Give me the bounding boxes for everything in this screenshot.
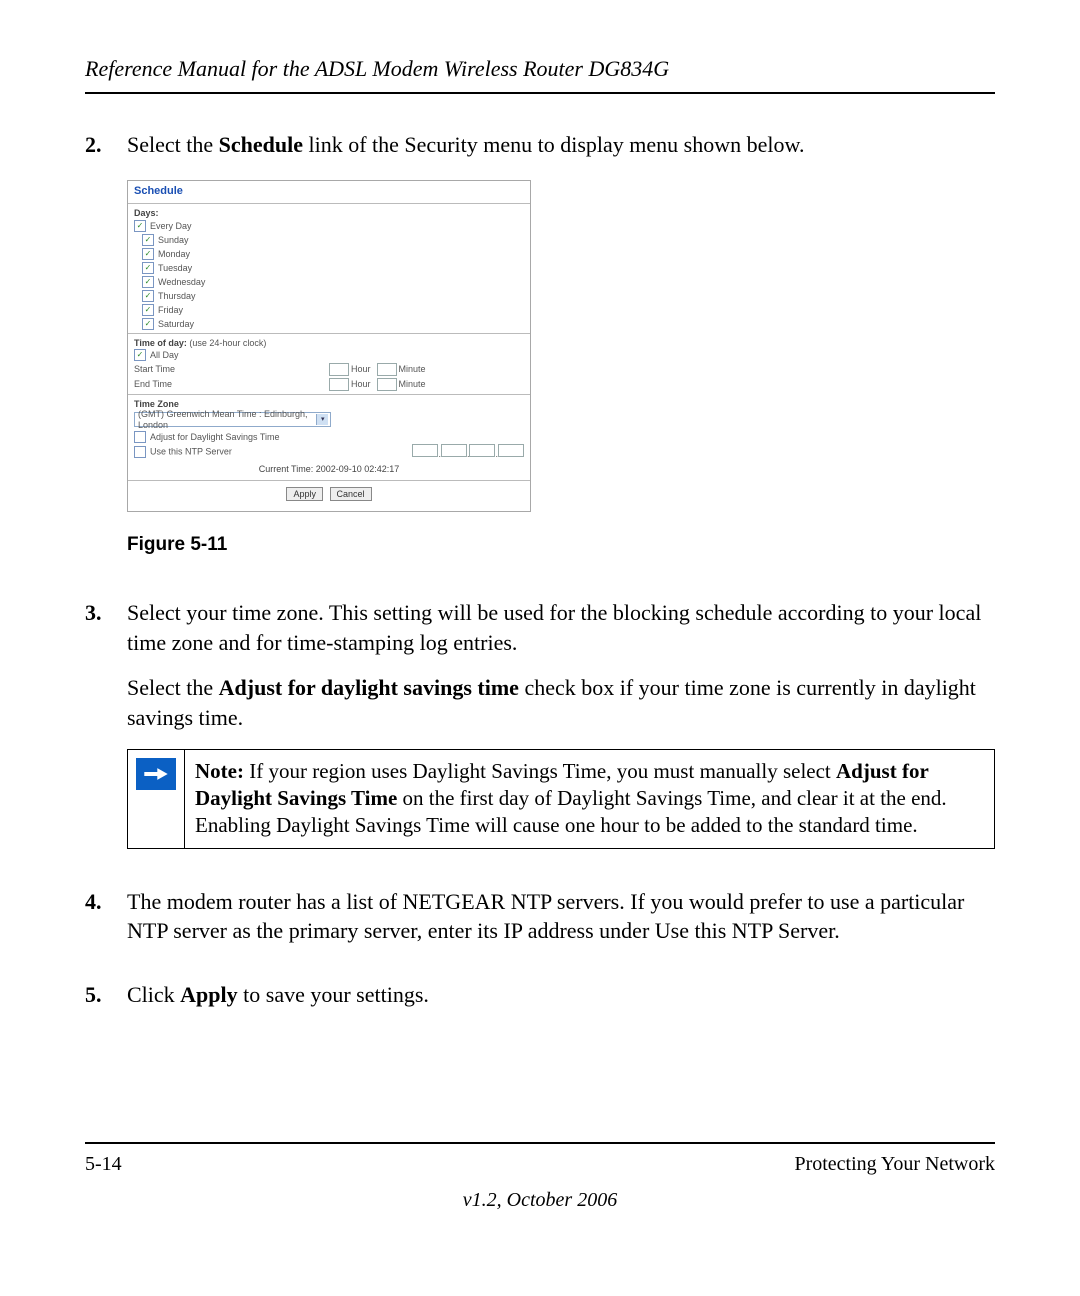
- note-box: Note: If your region uses Daylight Savin…: [127, 749, 995, 849]
- ntp-ip-fields: ...: [412, 444, 524, 459]
- minute-label: Minute: [399, 379, 426, 389]
- step-number: 5.: [85, 980, 127, 1026]
- dst-bold: Adjust for daylight savings time: [219, 675, 519, 700]
- checkbox-everyday[interactable]: [134, 220, 146, 232]
- day-label: Tuesday: [158, 263, 192, 273]
- checkbox-sunday[interactable]: [142, 234, 154, 246]
- panel-title: Schedule: [128, 181, 530, 205]
- step-number: 4.: [85, 887, 127, 962]
- ntp-ip-2[interactable]: [441, 444, 467, 457]
- minute-label: Minute: [399, 364, 426, 374]
- hour-label: Hour: [351, 379, 371, 389]
- cancel-button[interactable]: Cancel: [330, 487, 372, 501]
- checkbox-tuesday[interactable]: [142, 262, 154, 274]
- end-hour-input[interactable]: [329, 378, 349, 391]
- day-label: Monday: [158, 249, 190, 259]
- day-label: Every Day: [150, 221, 192, 231]
- chevron-down-icon: ▾: [316, 414, 328, 425]
- header-rule: [85, 92, 995, 94]
- checkbox-thursday[interactable]: [142, 290, 154, 302]
- section-title: Protecting Your Network: [794, 1153, 995, 1176]
- start-hour-input[interactable]: [329, 363, 349, 376]
- timezone-value: (GMT) Greenwich Mean Time : Edinburgh, L…: [138, 409, 316, 430]
- figure-caption: Figure 5-11: [127, 532, 995, 558]
- hour-label: Hour: [351, 364, 371, 374]
- checkbox-wednesday[interactable]: [142, 276, 154, 288]
- note-lead: Note:: [195, 759, 244, 783]
- note-text: If your region uses Daylight Savings Tim…: [244, 759, 836, 783]
- allday-label: All Day: [150, 350, 179, 360]
- time-of-day-note: (use 24-hour clock): [187, 338, 267, 348]
- arrow-right-icon: [136, 758, 176, 790]
- ntp-ip-3[interactable]: [469, 444, 495, 457]
- doc-version: v1.2, October 2006: [0, 1189, 1080, 1212]
- page-header: Reference Manual for the ADSL Modem Wire…: [85, 56, 995, 82]
- text: Select the: [127, 675, 219, 700]
- day-label: Saturday: [158, 319, 194, 329]
- timezone-label: Time Zone: [134, 399, 524, 409]
- text: Click: [127, 982, 180, 1007]
- schedule-screenshot: Schedule Days: Every Day Sunday Monday T…: [127, 180, 531, 513]
- day-label: Friday: [158, 305, 183, 315]
- end-minute-input[interactable]: [377, 378, 397, 391]
- timezone-select[interactable]: (GMT) Greenwich Mean Time : Edinburgh, L…: [134, 412, 331, 427]
- ntp-ip-1[interactable]: [412, 444, 438, 457]
- current-time: Current Time: 2002-09-10 02:42:17: [134, 460, 524, 478]
- day-label: Thursday: [158, 291, 196, 301]
- day-label: Sunday: [158, 235, 189, 245]
- checkbox-dst[interactable]: [134, 431, 146, 443]
- step-5: 5. Click Apply to save your settings.: [85, 980, 995, 1026]
- footer-rule: [85, 1142, 995, 1144]
- checkbox-allday[interactable]: [134, 349, 146, 361]
- start-time-label: Start Time: [134, 364, 329, 374]
- step-3: 3. Select your time zone. This setting w…: [85, 598, 995, 869]
- time-of-day-label: Time of day:: [134, 338, 187, 348]
- step-number: 2.: [85, 130, 127, 580]
- apply-button[interactable]: Apply: [286, 487, 323, 501]
- ntp-ip-4[interactable]: [498, 444, 524, 457]
- start-minute-input[interactable]: [377, 363, 397, 376]
- checkbox-saturday[interactable]: [142, 318, 154, 330]
- step-2: 2. Select the Schedule link of the Secur…: [85, 130, 995, 580]
- checkbox-ntp[interactable]: [134, 446, 146, 458]
- text: to save your settings.: [238, 982, 429, 1007]
- text: Select the: [127, 132, 219, 157]
- step-4: 4. The modem router has a list of NETGEA…: [85, 887, 995, 962]
- step4-text: The modem router has a list of NETGEAR N…: [127, 887, 995, 946]
- text: link of the Security menu to display men…: [303, 132, 804, 157]
- days-label: Days:: [134, 208, 524, 218]
- step3-p1: Select your time zone. This setting will…: [127, 598, 995, 657]
- checkbox-friday[interactable]: [142, 304, 154, 316]
- day-label: Wednesday: [158, 277, 205, 287]
- dst-label: Adjust for Daylight Savings Time: [150, 432, 280, 442]
- end-time-label: End Time: [134, 379, 329, 389]
- ntp-label: Use this NTP Server: [150, 446, 232, 456]
- apply-bold: Apply: [180, 982, 237, 1007]
- page-number: 5-14: [85, 1153, 122, 1176]
- step-number: 3.: [85, 598, 127, 869]
- checkbox-monday[interactable]: [142, 248, 154, 260]
- schedule-link-word: Schedule: [219, 132, 303, 157]
